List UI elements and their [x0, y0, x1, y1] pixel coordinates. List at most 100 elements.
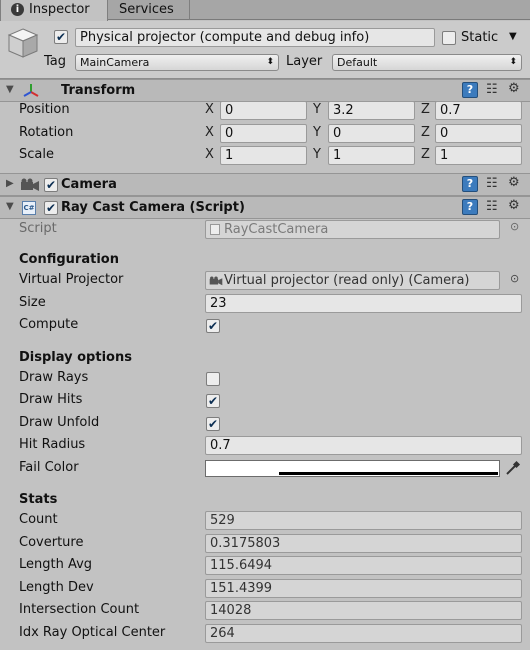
display-options-heading: Display options: [19, 350, 132, 365]
virtual-projector-field[interactable]: Virtual projector (read only) (Camera): [205, 271, 500, 290]
dropdown-arrows-icon: ⬍: [266, 57, 274, 67]
tab-services[interactable]: Services: [108, 0, 190, 20]
draw-unfold-checkbox[interactable]: ✔: [206, 417, 220, 431]
rotation-y-label: Y: [313, 125, 321, 140]
count-field[interactable]: 529: [205, 511, 522, 530]
scale-label: Scale: [19, 147, 54, 162]
dropdown-arrows-icon: ⬍: [509, 57, 517, 67]
draw-hits-checkbox[interactable]: ✔: [206, 394, 220, 408]
stats-heading: Stats: [19, 492, 58, 507]
tab-inspector[interactable]: i Inspector: [0, 0, 108, 21]
idx-ray-optical-center-label: Idx Ray Optical Center: [19, 625, 166, 640]
transform-header[interactable]: ▼ Transform ? ☷ ⚙: [0, 79, 530, 102]
tag-dropdown[interactable]: MainCamera ⬍: [75, 54, 279, 71]
draw-rays-label: Draw Rays: [19, 370, 89, 385]
position-y-label: Y: [313, 102, 321, 117]
position-z-field[interactable]: 0.7: [435, 101, 522, 120]
scale-y-field[interactable]: 1: [328, 146, 415, 165]
position-label: Position: [19, 102, 70, 117]
intersection-count-field[interactable]: 14028: [205, 601, 522, 620]
gear-icon[interactable]: ⚙: [508, 198, 520, 214]
static-checkbox[interactable]: [442, 31, 456, 45]
tab-bar: i Inspector Services: [0, 0, 530, 21]
length-avg-label: Length Avg: [19, 557, 93, 572]
virtual-projector-value: Virtual projector (read only) (Camera): [224, 273, 470, 288]
coverture-field[interactable]: 0.3175803: [205, 534, 522, 553]
transform-axes-icon: [23, 84, 39, 97]
camera-icon: [21, 178, 39, 191]
object-header: ✔ Physical projector (compute and debug …: [0, 21, 530, 79]
object-picker-icon[interactable]: ⊙: [510, 220, 519, 233]
rotation-z-label: Z: [421, 125, 430, 140]
camera-icon: [209, 276, 223, 286]
virtual-projector-label: Virtual Projector: [19, 272, 124, 287]
compute-checkbox[interactable]: ✔: [206, 319, 220, 333]
scale-y-label: Y: [313, 147, 321, 162]
cube-icon: [7, 28, 39, 58]
rotation-x-field[interactable]: 0: [220, 124, 307, 143]
fold-closed-icon[interactable]: ▶: [6, 178, 14, 189]
position-y-field[interactable]: 3.2: [328, 101, 415, 120]
tag-label: Tag: [44, 54, 67, 69]
preset-icon[interactable]: ☷: [486, 176, 498, 192]
rotation-y-field[interactable]: 0: [328, 124, 415, 143]
layer-label: Layer: [286, 54, 323, 69]
length-dev-field[interactable]: 151.4399: [205, 579, 522, 598]
hit-radius-label: Hit Radius: [19, 437, 86, 452]
script-field[interactable]: RayCastCamera: [205, 220, 500, 239]
configuration-heading: Configuration: [19, 252, 119, 267]
intersection-count-label: Intersection Count: [19, 602, 140, 617]
compute-label: Compute: [19, 317, 79, 332]
position-x-field[interactable]: 0: [220, 101, 307, 120]
alpha-bar: [279, 472, 498, 475]
active-checkbox[interactable]: ✔: [54, 30, 68, 44]
help-icon[interactable]: ?: [462, 199, 478, 215]
raycast-title: Ray Cast Camera (Script): [61, 200, 245, 215]
script-file-icon: [210, 224, 220, 235]
help-icon[interactable]: ?: [462, 176, 478, 192]
scale-x-label: X: [205, 147, 214, 162]
fold-open-icon[interactable]: ▼: [6, 84, 14, 95]
chevron-down-icon[interactable]: ▼: [509, 31, 517, 42]
fail-color-swatch[interactable]: [205, 460, 500, 477]
script-value: RayCastCamera: [224, 222, 329, 237]
object-name-field[interactable]: Physical projector (compute and debug in…: [75, 28, 435, 47]
preset-icon[interactable]: ☷: [486, 199, 498, 215]
idx-ray-optical-center-field[interactable]: 264: [205, 624, 522, 643]
help-icon[interactable]: ?: [462, 82, 478, 98]
raycast-enabled-checkbox[interactable]: ✔: [44, 201, 58, 215]
coverture-label: Coverture: [19, 535, 84, 550]
object-picker-icon[interactable]: ⊙: [510, 272, 519, 285]
scale-z-field[interactable]: 1: [435, 146, 522, 165]
fail-color-label: Fail Color: [19, 460, 79, 475]
rotation-z-field[interactable]: 0: [435, 124, 522, 143]
camera-header[interactable]: ▶ ✔ Camera ? ☷ ⚙: [0, 173, 530, 196]
scale-x-field[interactable]: 1: [220, 146, 307, 165]
length-avg-field[interactable]: 115.6494: [205, 556, 522, 575]
draw-unfold-label: Draw Unfold: [19, 415, 100, 430]
camera-title: Camera: [61, 177, 117, 192]
gear-icon[interactable]: ⚙: [508, 175, 520, 191]
position-z-label: Z: [421, 102, 430, 117]
script-label: Script: [19, 221, 57, 236]
hit-radius-field[interactable]: 0.7: [205, 436, 522, 455]
draw-rays-checkbox[interactable]: [206, 372, 220, 386]
gear-icon[interactable]: ⚙: [508, 81, 520, 97]
fold-open-icon[interactable]: ▼: [6, 201, 14, 212]
size-field[interactable]: 23: [205, 294, 522, 313]
length-dev-label: Length Dev: [19, 580, 94, 595]
layer-dropdown[interactable]: Default ⬍: [332, 54, 522, 71]
tab-inspector-label: Inspector: [29, 2, 90, 17]
preset-icon[interactable]: ☷: [486, 82, 498, 98]
raycast-header[interactable]: ▼ C# ✔ Ray Cast Camera (Script) ? ☷ ⚙: [0, 196, 530, 219]
tab-services-label: Services: [119, 2, 174, 17]
size-label: Size: [19, 295, 46, 310]
layer-value: Default: [337, 56, 378, 69]
count-label: Count: [19, 512, 58, 527]
info-icon: i: [11, 3, 24, 16]
eyedropper-icon[interactable]: [504, 459, 522, 477]
camera-enabled-checkbox[interactable]: ✔: [44, 178, 58, 192]
position-x-label: X: [205, 102, 214, 117]
rotation-label: Rotation: [19, 125, 74, 140]
static-label: Static: [461, 30, 499, 45]
